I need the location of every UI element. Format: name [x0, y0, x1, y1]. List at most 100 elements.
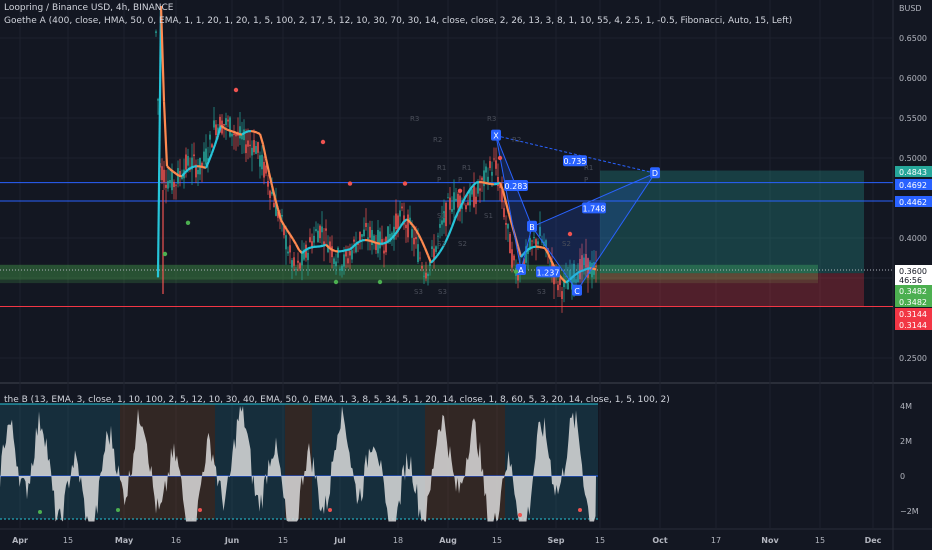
candle-body [413, 237, 415, 245]
candle-body [407, 214, 409, 238]
candle-body [493, 158, 495, 160]
pivot-label: S3 [438, 288, 447, 296]
signal-dot [567, 231, 573, 237]
time-tick-label: Jun [224, 536, 240, 545]
signal-dot [233, 87, 239, 93]
candle-body [481, 177, 483, 181]
pivot-label: P [458, 176, 462, 184]
candle-body [229, 117, 231, 137]
candle-body [341, 265, 343, 271]
harmonic-point-label: C [574, 287, 580, 296]
harmonic-point-label: A [518, 266, 524, 275]
candle-body [361, 234, 363, 237]
candle-body [479, 188, 481, 191]
candle-body [595, 265, 597, 268]
moving-average-segment [538, 245, 543, 249]
time-tick-label: Dec [865, 536, 882, 545]
signal-dot [457, 188, 463, 193]
moving-average-segment [235, 131, 240, 136]
candle-body [287, 251, 289, 254]
pivot-label: S1 [484, 212, 493, 220]
candle-body [213, 120, 215, 128]
candle-body [401, 206, 403, 209]
candle-body [559, 278, 561, 285]
candle-body [185, 154, 187, 170]
harmonic-ratio-label: 1.237 [537, 268, 560, 277]
candle-body [233, 133, 235, 136]
candle-body [337, 247, 339, 258]
candle-body [369, 226, 371, 238]
price-axis-label: 0.3482 [899, 298, 927, 307]
time-tick-label: 17 [711, 536, 721, 545]
candle-body [439, 224, 441, 228]
oscillator-tick-label: 2M [900, 437, 912, 446]
candle-body [485, 166, 487, 173]
price-tick-label: 0.4000 [899, 234, 927, 243]
candle-body [473, 185, 475, 207]
moving-average-segment [244, 130, 249, 134]
chart-canvas[interactable]: 0.65000.60000.55000.50000.40000.35000.25… [0, 0, 932, 550]
candle-body [169, 179, 171, 184]
moving-average-segment [223, 126, 228, 131]
candle-body [399, 210, 401, 217]
pivot-label: P [584, 176, 588, 184]
candle-body [349, 251, 351, 256]
candle-body [533, 237, 535, 239]
moving-average-segment [199, 165, 204, 169]
candle-body [175, 184, 177, 186]
moving-average-segment [484, 181, 489, 185]
candle-body [431, 246, 433, 250]
candle-body [269, 190, 271, 198]
price-axis-label: 0.4843 [899, 168, 927, 177]
moving-average-segment [373, 241, 378, 245]
harmonic-ratio-label: 0.283 [505, 182, 528, 191]
candle-body [259, 155, 261, 167]
signal-dot [185, 220, 191, 225]
candle-body [245, 144, 247, 154]
candle-body [227, 119, 229, 122]
candle-body [511, 249, 513, 268]
time-tick-label: 16 [171, 536, 181, 545]
oscillator-tick-label: −2M [900, 507, 919, 516]
candle-body [377, 229, 379, 254]
signal-dot [513, 269, 519, 274]
oscillator-signal-dot [38, 510, 42, 514]
moving-average-segment [370, 240, 375, 244]
harmonic-point-label: X [493, 132, 499, 141]
candle-body [457, 193, 459, 208]
oscillator-legend[interactable]: the B (13, EMA, 3, close, 1, 10, 100, 2,… [4, 395, 670, 405]
pivot-label: R2 [433, 136, 442, 144]
time-tick-label: 15 [492, 536, 502, 545]
candle-body [477, 181, 479, 194]
candle-body [379, 231, 381, 249]
candle-body [231, 133, 233, 137]
signal-dot [377, 279, 383, 285]
signal-dot [162, 251, 168, 257]
candle-body [239, 126, 241, 139]
moving-average-segment [487, 182, 492, 186]
candle-body [205, 148, 207, 165]
candle-body [255, 146, 257, 154]
harmonic-point-label: D [652, 169, 658, 178]
time-tick-label: 15 [63, 536, 73, 545]
tradingview-chart[interactable]: 0.65000.60000.55000.50000.40000.35000.25… [0, 0, 932, 550]
candle-body [281, 214, 283, 217]
oscillator-signal-dot [328, 508, 332, 512]
candle-body [257, 142, 259, 153]
candle-body [313, 235, 315, 243]
price-tick-label: 0.6500 [899, 34, 927, 43]
indicator-legend[interactable]: Goethe A (400, close, HMA, 50, 0, EMA, 1… [4, 16, 792, 26]
candle-body [173, 181, 175, 188]
signal-dot [402, 181, 408, 186]
candle-body [395, 213, 397, 230]
candle-body [265, 165, 267, 174]
oscillator-signal-dot [578, 508, 582, 512]
candle-body [157, 99, 159, 101]
oscillator-tick-label: 4M [900, 402, 912, 411]
candle-body [345, 251, 347, 257]
candle-body [263, 161, 265, 178]
candle-body [567, 282, 569, 290]
pivot-label: R2 [512, 136, 521, 144]
candle-body [453, 192, 455, 210]
candle-body [161, 166, 163, 181]
